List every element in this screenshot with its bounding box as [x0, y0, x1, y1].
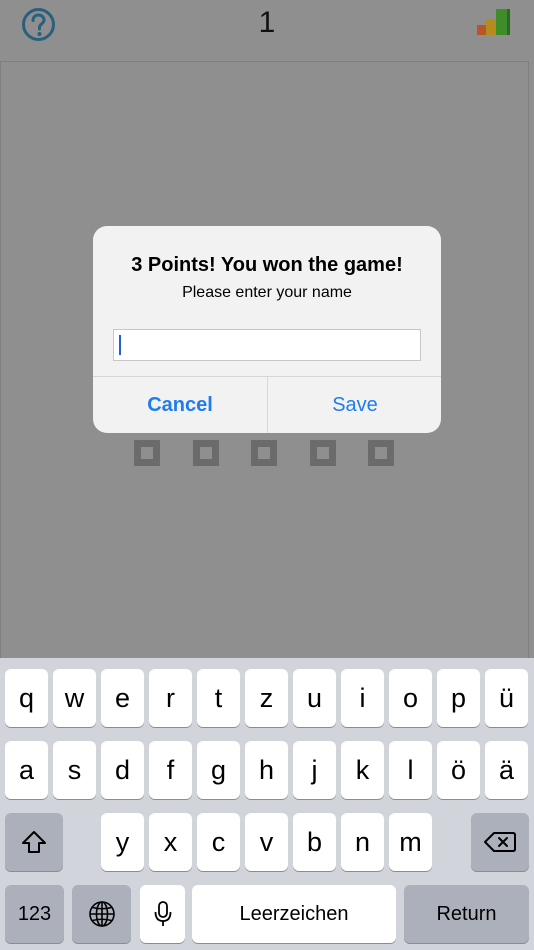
key[interactable]: h [245, 741, 288, 799]
key[interactable]: t [197, 669, 240, 727]
key[interactable]: m [389, 813, 432, 871]
key[interactable]: z [245, 669, 288, 727]
microphone-icon [154, 901, 171, 926]
key[interactable]: a [5, 741, 48, 799]
key[interactable]: ü [485, 669, 528, 727]
save-button[interactable]: Save [268, 377, 441, 433]
alert-message: Please enter your name [182, 284, 352, 301]
cancel-button[interactable]: Cancel [93, 377, 267, 433]
key[interactable]: d [101, 741, 144, 799]
score-counter: 1 [258, 6, 276, 39]
key[interactable]: o [389, 669, 432, 727]
slot-row [0, 440, 534, 470]
slot [251, 440, 277, 466]
key[interactable]: ä [485, 741, 528, 799]
key[interactable]: c [197, 813, 240, 871]
key[interactable]: j [293, 741, 336, 799]
slot [310, 440, 336, 466]
key[interactable]: i [341, 669, 384, 727]
key[interactable]: n [341, 813, 384, 871]
shift-key[interactable] [5, 813, 63, 871]
bar-chart-icon[interactable] [476, 7, 512, 39]
top-bar: 1 [0, 0, 534, 60]
key[interactable]: x [149, 813, 192, 871]
key[interactable]: y [101, 813, 144, 871]
key[interactable]: f [149, 741, 192, 799]
globe-key[interactable] [72, 885, 131, 943]
alert-title: 3 Points! You won the game! [131, 254, 403, 276]
key[interactable]: u [293, 669, 336, 727]
backspace-key[interactable] [471, 813, 529, 871]
key[interactable]: l [389, 741, 432, 799]
key[interactable]: e [101, 669, 144, 727]
key[interactable]: ö [437, 741, 480, 799]
key[interactable]: g [197, 741, 240, 799]
shift-icon [22, 831, 46, 853]
win-alert-dialog: 3 Points! You won the game! Please enter… [93, 226, 441, 433]
key[interactable]: k [341, 741, 384, 799]
slot [134, 440, 160, 466]
backspace-icon [484, 832, 516, 852]
key[interactable]: w [53, 669, 96, 727]
slot [368, 440, 394, 466]
key[interactable]: v [245, 813, 288, 871]
text-caret [119, 335, 121, 355]
globe-icon [88, 901, 115, 927]
microphone-key[interactable] [140, 885, 185, 943]
numbers-key[interactable]: 123 [5, 885, 64, 943]
space-key[interactable]: Leerzeichen [192, 885, 396, 943]
key[interactable]: s [53, 741, 96, 799]
key[interactable]: r [149, 669, 192, 727]
slot [193, 440, 219, 466]
key[interactable]: q [5, 669, 48, 727]
keyboard: q w e r t z u i o p ü a s d f g h j k l … [0, 658, 534, 950]
key[interactable]: p [437, 669, 480, 727]
key[interactable]: b [293, 813, 336, 871]
return-key[interactable]: Return [404, 885, 529, 943]
name-input[interactable] [113, 329, 421, 361]
